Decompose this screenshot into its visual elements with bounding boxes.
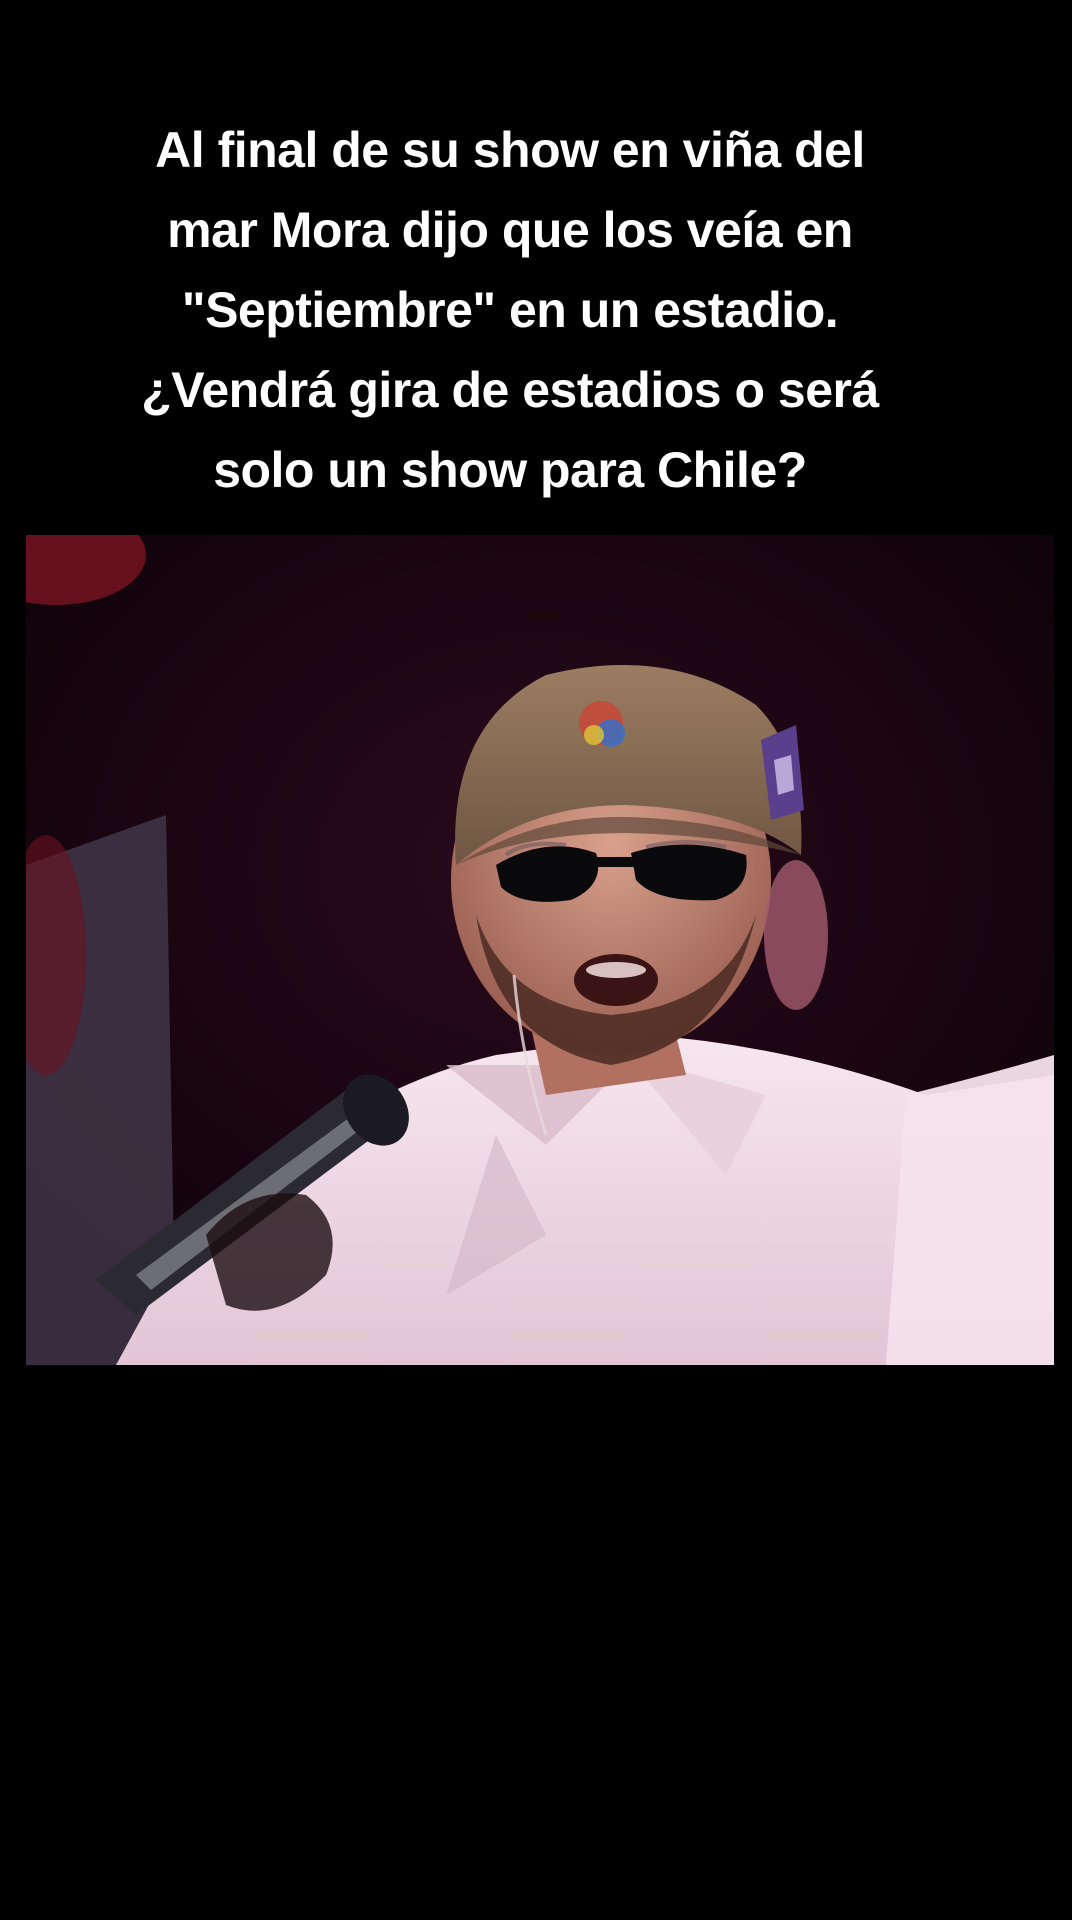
caption-line-2: mar Mora dijo que los veía en bbox=[167, 202, 853, 258]
caption-text: Al final de su show en viña del mar Mora… bbox=[60, 110, 960, 510]
caption-line-4: ¿Vendrá gira de estadios o será bbox=[141, 362, 879, 418]
caption-line-1: Al final de su show en viña del bbox=[155, 122, 865, 178]
open-mouth bbox=[574, 954, 658, 1006]
caption-line-5: solo un show para Chile? bbox=[213, 442, 807, 498]
performer-video-still bbox=[26, 535, 1054, 1365]
caption-line-3: "Septiembre" en un estadio. bbox=[181, 282, 839, 338]
video-player[interactable] bbox=[26, 535, 1054, 1365]
